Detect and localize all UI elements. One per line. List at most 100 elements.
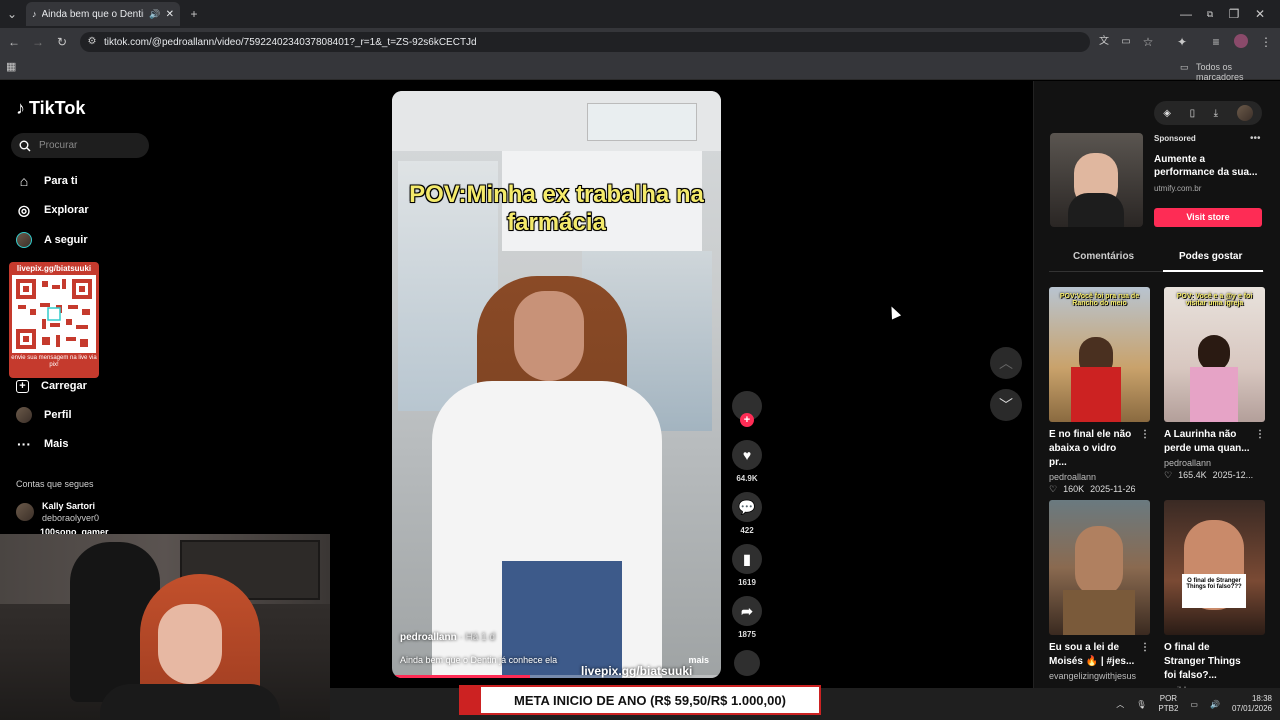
apps-grid-icon[interactable]: ▦ [6, 60, 16, 73]
video-progress-bar[interactable] [392, 675, 721, 678]
address-bar[interactable]: tiktok.com/@pedroallann/video/7592240234… [80, 32, 1090, 52]
site-info-icon[interactable]: ⚙ [82, 28, 102, 56]
sound-disc-icon [734, 650, 760, 676]
tiktok-favicon-icon: ♪ [32, 9, 37, 19]
nav-para-ti[interactable]: ⌂ Para ti [16, 169, 176, 193]
nav-label: A seguir [44, 234, 88, 246]
nav-label: Mais [44, 438, 69, 450]
network-icon[interactable]: ▭ [1190, 700, 1198, 709]
chevron-up-icon[interactable]: ︿ [1116, 699, 1124, 710]
video-author[interactable]: pedroallann · Há 1 d [400, 632, 495, 643]
card-author[interactable]: evangelizingwithjesus [1049, 671, 1150, 681]
card-author[interactable]: pedroallann [1164, 458, 1265, 468]
heart-outline-icon: ♡ [1164, 470, 1173, 480]
clock[interactable]: 18:38 07/01/2026 [1232, 694, 1272, 714]
system-tray: ︿ 🎙 POR PTB2 ▭ 🔊 18:38 07/01/2026 [1110, 690, 1280, 718]
share-button[interactable]: ➦ 1875 [732, 596, 762, 639]
recommended-video-card[interactable]: POV:Você foi pra rua de Rancho do meio E… [1049, 287, 1150, 495]
ad-title[interactable]: Aumente a performance da sua... [1154, 153, 1258, 179]
all-bookmarks-link[interactable]: Todos os marcadores [1196, 62, 1280, 82]
share-icon: ➦ [732, 596, 762, 626]
nav-label: Explorar [44, 204, 89, 216]
recommended-video-card[interactable]: O final de Stranger Things foi falso??? … [1164, 500, 1265, 695]
browser-tab[interactable]: ♪ Ainda bem que o Dentin já 🔊 ✕ [26, 2, 180, 26]
translate-icon[interactable]: 文 [1094, 28, 1114, 56]
video-caption: POV:Minha ex trabalha na farmácia [409, 181, 704, 236]
previous-video-button[interactable]: ︿ [990, 347, 1022, 379]
visit-store-button[interactable]: Visit store [1154, 208, 1262, 227]
avatar [16, 503, 34, 521]
forward-icon[interactable]: → [28, 28, 48, 56]
video-thumbnail [1049, 500, 1150, 635]
external-icon[interactable]: ⧉ [1200, 0, 1220, 28]
recommended-video-card[interactable]: Eu sou a lei de Moisés 🔥 | #jes... ⋮ evan… [1049, 500, 1150, 681]
like-button[interactable]: ♥ 64.9K [732, 440, 762, 483]
menu-dots-icon[interactable]: ⋮ [1256, 28, 1276, 56]
compass-icon: ◎ [17, 201, 31, 218]
reload-icon[interactable]: ↻ [52, 28, 72, 56]
following-account[interactable]: Kally Sartori deboraolyver0 [16, 500, 99, 524]
logo-text: TikTok [29, 98, 86, 118]
download-icon[interactable]: ⤓ [1214, 108, 1218, 119]
card-menu-icon[interactable]: ⋮ [1255, 428, 1265, 442]
ad-thumbnail[interactable] [1050, 133, 1143, 227]
share-count: 1875 [738, 630, 756, 639]
follow-plus-icon[interactable]: + [740, 413, 754, 427]
compass-icon[interactable]: ◈ [1163, 108, 1171, 119]
nav-perfil[interactable]: Perfil [16, 403, 176, 427]
thumbnail-text: POV: Você e a @y e foi visitar uma igrej… [1176, 293, 1253, 307]
media-icon[interactable]: ≡ [1206, 28, 1226, 56]
chevron-up-icon: ︿ [999, 355, 1013, 371]
new-tab-icon[interactable]: + [184, 0, 204, 28]
bookmark-star-icon[interactable]: ☆ [1138, 28, 1158, 56]
card-author[interactable]: pedroallann [1049, 472, 1150, 482]
active-tab-indicator [1163, 270, 1263, 272]
chevron-down-icon: ﹀ [999, 397, 1013, 413]
next-video-button[interactable]: ﹀ [990, 389, 1022, 421]
extensions-icon[interactable]: ✦ [1172, 28, 1192, 56]
thumbnail-text: POV:Você foi pra rua de Rancho do meio [1059, 293, 1140, 307]
minimize-icon[interactable]: — [1176, 0, 1196, 28]
save-button[interactable]: ▮ 1619 [732, 544, 762, 587]
speaker-icon[interactable]: 🔊 [149, 9, 160, 20]
language-indicator[interactable]: POR PTB2 [1158, 694, 1178, 714]
lang-layout: PTB2 [1158, 704, 1179, 713]
ad-url[interactable]: utmify.com.br [1154, 184, 1201, 193]
tab-title: Ainda bem que o Dentin já [41, 8, 145, 20]
volume-icon[interactable]: 🔊 [1210, 700, 1220, 709]
card-title: Eu sou a lei de Moisés 🔥 | #jes... [1049, 642, 1135, 667]
clock-time: 18:38 [1251, 694, 1272, 703]
search-input[interactable]: Procurar [11, 133, 149, 158]
back-icon[interactable]: ← [4, 28, 24, 56]
tab-comentarios[interactable]: Comentários [1073, 251, 1134, 262]
card-menu-icon[interactable]: ⋮ [1140, 641, 1150, 655]
ad-menu-icon[interactable]: ••• [1250, 133, 1261, 144]
following-icon [16, 232, 32, 248]
user-avatar[interactable] [1236, 105, 1253, 121]
close-window-icon[interactable]: ✕ [1250, 0, 1270, 28]
bookmarks-bar: ▦ ▭ Todos os marcadores [0, 56, 1280, 82]
sound-disc-button[interactable] [732, 650, 762, 676]
nav-explorar[interactable]: ◎ Explorar [16, 198, 176, 222]
profile-avatar-icon[interactable] [1234, 34, 1248, 48]
following-section-title: Contas que segues [16, 479, 94, 489]
phone-icon[interactable]: ▯ [1190, 108, 1196, 119]
nav-a-seguir[interactable]: A seguir [16, 228, 176, 252]
nav-mais[interactable]: ··· Mais [16, 432, 176, 456]
recommended-video-card[interactable]: POV: Você e a @y e foi visitar uma igrej… [1164, 287, 1265, 481]
creator-avatar-button[interactable]: + [732, 391, 762, 427]
video-player[interactable]: POV:Minha ex trabalha na farmácia pedroa… [392, 91, 721, 678]
comment-button[interactable]: 💬 422 [732, 492, 762, 535]
cast-icon[interactable]: ▭ [1116, 28, 1136, 56]
microphone-icon[interactable]: 🎙 [1136, 700, 1146, 709]
video-thumbnail: POV:Você foi pra rua de Rancho do meio [1049, 287, 1150, 422]
heart-outline-icon: ♡ [1049, 484, 1058, 494]
close-tab-icon[interactable]: ✕ [166, 9, 174, 20]
card-menu-icon[interactable]: ⋮ [1140, 428, 1150, 442]
goal-accent [461, 687, 481, 713]
tab-podes-gostar[interactable]: Podes gostar [1179, 251, 1242, 262]
qr-title: livepix.gg/biatsuuki [16, 264, 92, 273]
tiktok-logo[interactable]: ♪ TikTok [16, 98, 85, 119]
restore-icon[interactable]: ❐ [1224, 0, 1244, 28]
tab-list-icon[interactable]: ⌄ [2, 0, 22, 28]
